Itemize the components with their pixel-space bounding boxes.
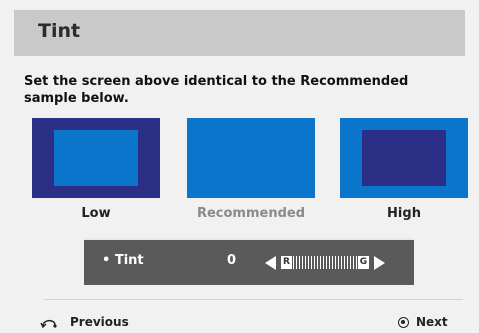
sample-high: [340, 118, 468, 198]
sample-high-inner: [362, 130, 446, 186]
left-arrow-icon[interactable]: [265, 256, 276, 270]
next-button[interactable]: Next: [398, 314, 448, 330]
previous-button[interactable]: Previous: [40, 314, 129, 330]
sample-low: [32, 118, 160, 198]
instruction-text: Set the screen above identical to the Re…: [24, 74, 409, 106]
sample-recommended: [187, 118, 315, 198]
right-arrow-icon[interactable]: [374, 256, 385, 270]
footer-divider: [44, 299, 463, 300]
sample-recommended-label: Recommended: [196, 206, 306, 221]
next-label: Next: [416, 315, 448, 329]
scale-red-label: R: [281, 256, 292, 269]
page-title: Tint: [38, 20, 81, 42]
tint-slider[interactable]: • Tint 0 R G: [84, 238, 414, 285]
tint-scale[interactable]: R G: [281, 256, 369, 269]
tint-slider-value: 0: [227, 253, 237, 268]
return-arrow-icon: [40, 319, 57, 328]
tint-slider-label: • Tint: [102, 253, 144, 268]
scale-green-label: G: [358, 256, 369, 269]
circle-dot-icon: [398, 316, 409, 328]
previous-label: Previous: [70, 315, 129, 329]
header-bar: Tint: [14, 10, 465, 56]
sample-high-label: High: [387, 206, 421, 221]
sample-low-label: Low: [81, 206, 111, 221]
sample-low-inner: [54, 130, 138, 186]
